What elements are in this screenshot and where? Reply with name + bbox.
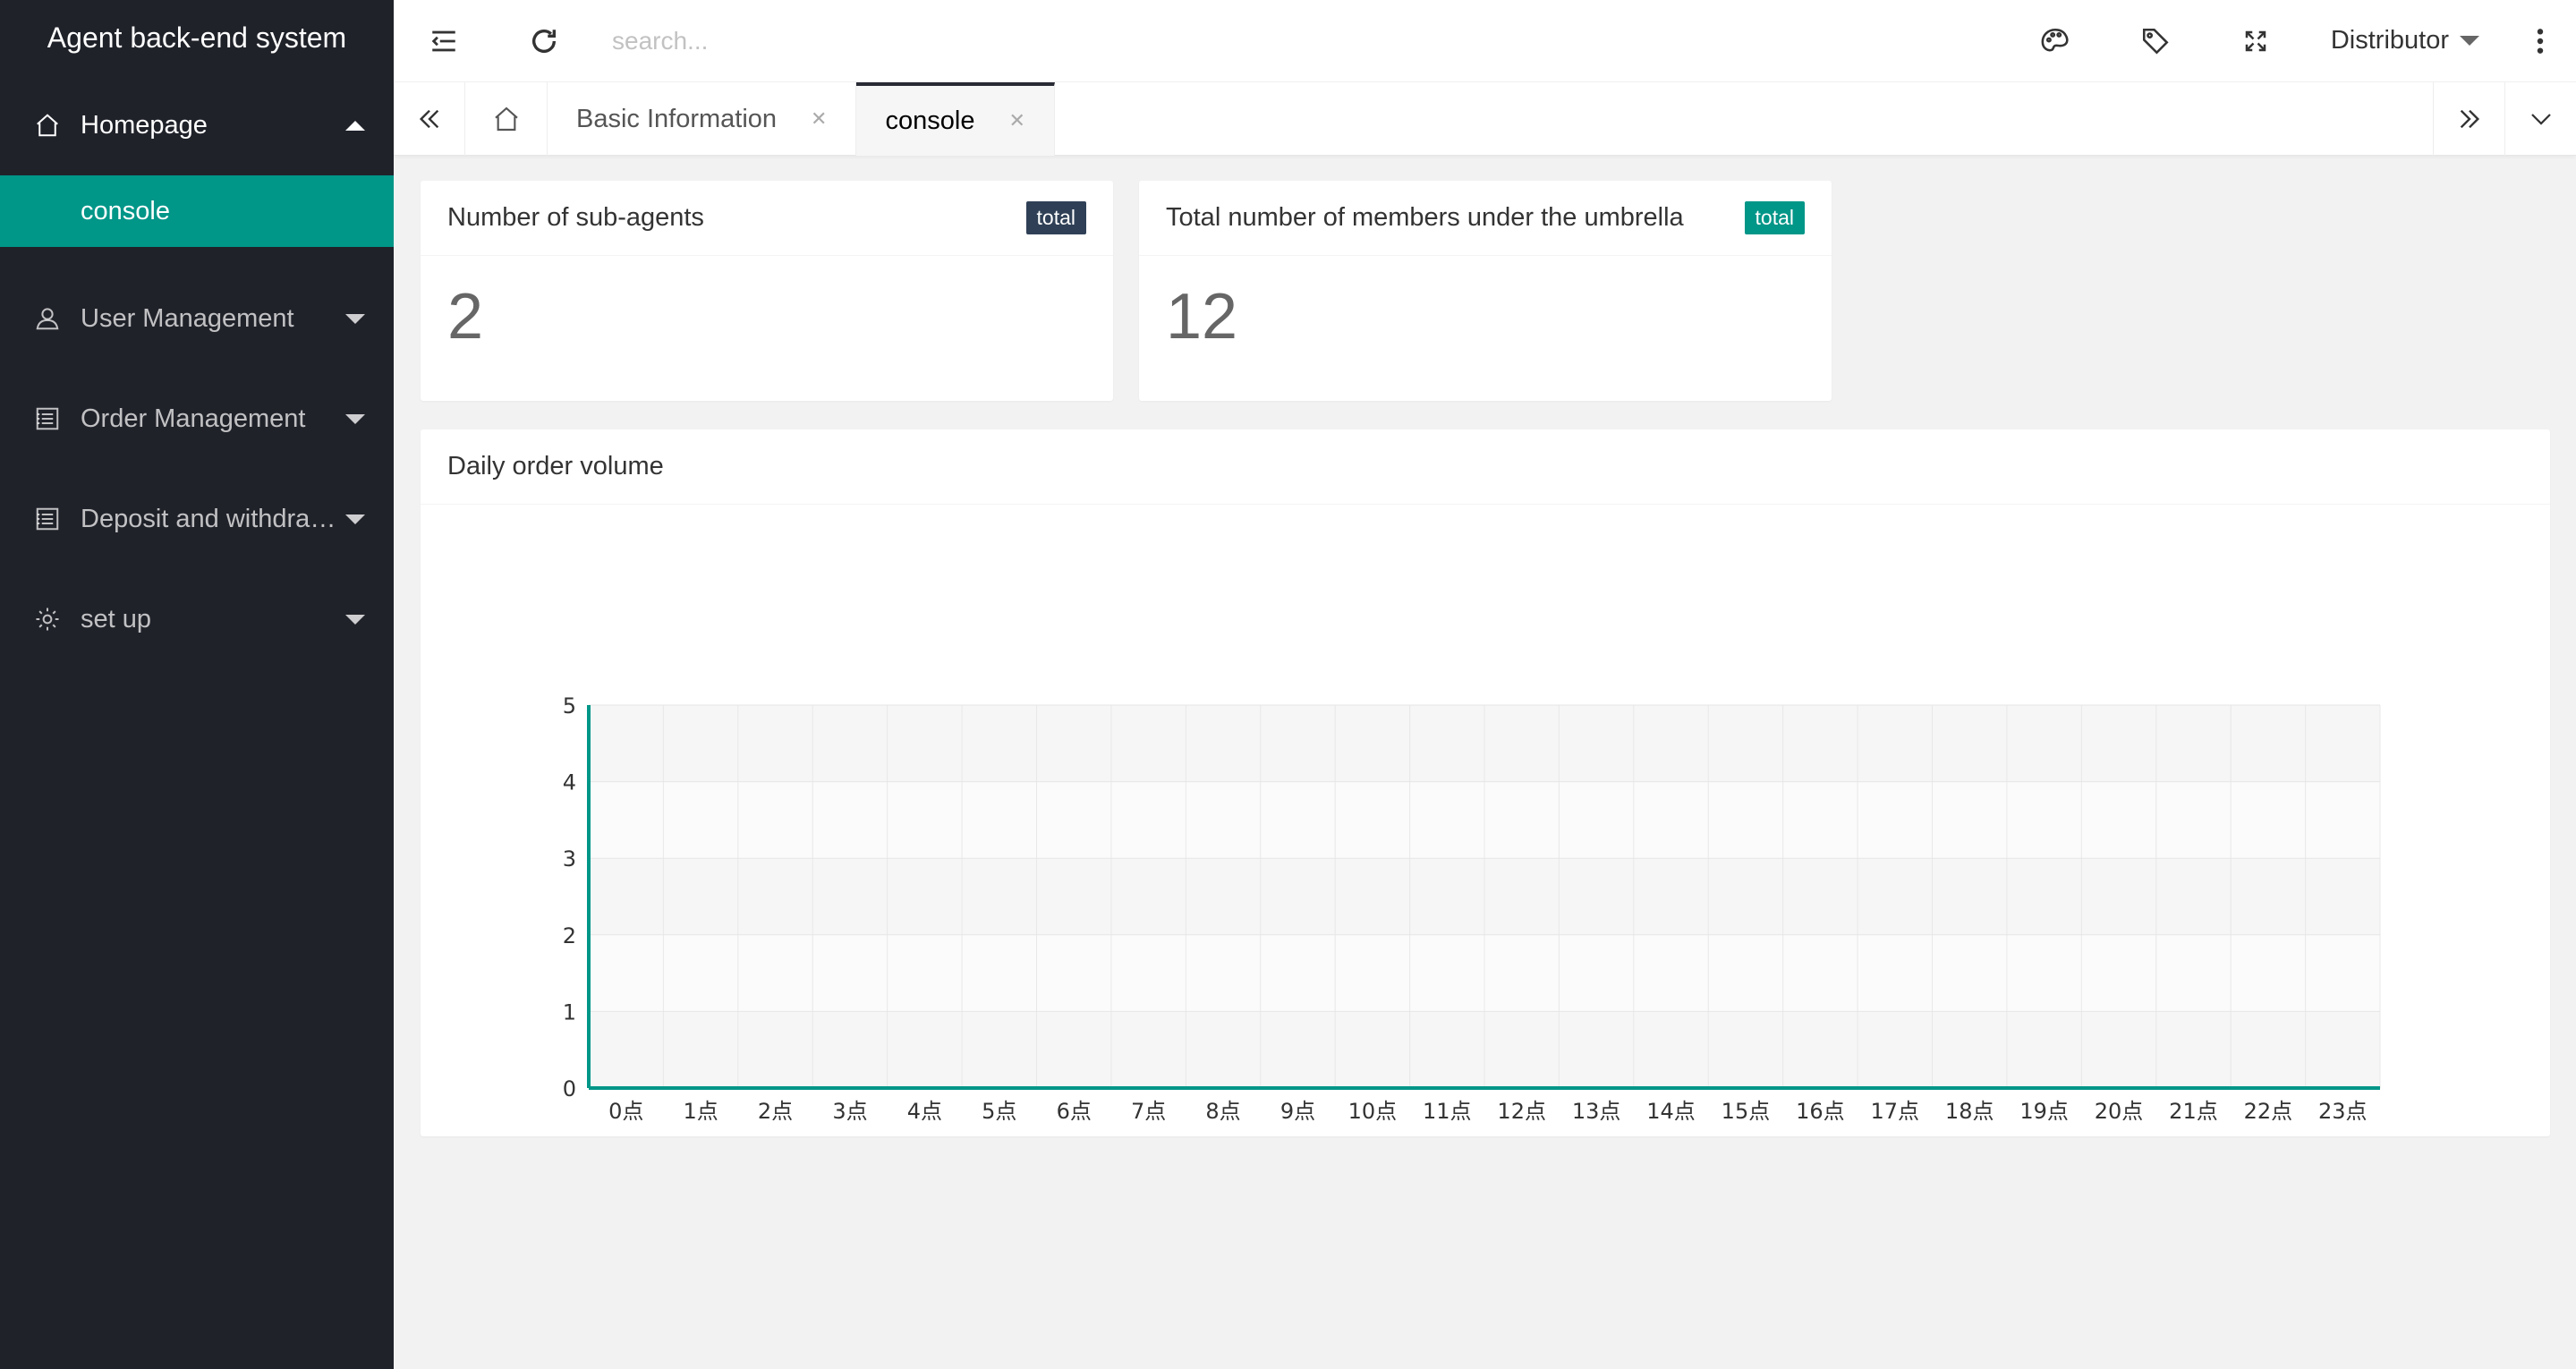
y-tick-label: 5 bbox=[563, 693, 576, 719]
tag-button[interactable] bbox=[2105, 0, 2206, 82]
close-icon[interactable]: ✕ bbox=[811, 107, 827, 131]
card-daily-order-volume: Daily order volume 0 1 2 3 4 5 0点 1点 2点 3点 4点 5点 6点 7… bbox=[421, 429, 2550, 1136]
x-tick-label: 5点 bbox=[982, 1099, 1016, 1124]
top-header: Distributor bbox=[394, 0, 2576, 82]
y-tick-label: 2 bbox=[563, 923, 576, 948]
total-badge: total bbox=[1744, 201, 1805, 234]
card-title: Number of sub-agents bbox=[447, 203, 704, 232]
x-tick-label: 4点 bbox=[907, 1099, 942, 1124]
sub-agents-count: 2 bbox=[447, 281, 484, 353]
chevron-down-icon bbox=[2460, 36, 2479, 46]
x-tick-label: 19点 bbox=[2019, 1099, 2069, 1124]
x-tick-label: 14点 bbox=[1646, 1099, 1696, 1124]
chevron-down-icon bbox=[345, 614, 365, 625]
sidebar-item-label: Order Management bbox=[81, 404, 306, 433]
x-tick-label: 0点 bbox=[608, 1099, 643, 1124]
sidebar-item-label: set up bbox=[81, 604, 151, 633]
more-button[interactable] bbox=[2504, 0, 2576, 82]
x-tick-label: 2点 bbox=[758, 1099, 793, 1124]
close-icon[interactable]: ✕ bbox=[1008, 109, 1024, 132]
sidebar-item-order-management[interactable]: Order Management bbox=[0, 369, 394, 469]
sidebar: Agent back-end system Homepage console U… bbox=[0, 0, 394, 1369]
x-tick-label: 10点 bbox=[1348, 1099, 1398, 1124]
tab-home[interactable] bbox=[465, 82, 548, 156]
sidebar-item-label: User Management bbox=[81, 303, 294, 333]
home-icon bbox=[494, 106, 518, 132]
fullscreen-button[interactable] bbox=[2206, 0, 2306, 82]
sidebar-item-label: Homepage bbox=[81, 110, 208, 140]
x-tick-label: 20点 bbox=[2095, 1099, 2144, 1124]
x-tick-label: 17点 bbox=[1871, 1099, 1920, 1124]
chevron-up-icon bbox=[345, 120, 365, 131]
sidebar-subitem-console[interactable]: console bbox=[0, 175, 394, 247]
app-title: Agent back-end system bbox=[47, 21, 347, 54]
refresh-icon bbox=[531, 29, 557, 53]
x-tick-label: 11点 bbox=[1423, 1099, 1472, 1124]
refresh-button[interactable] bbox=[494, 0, 594, 82]
tabs-menu-button[interactable] bbox=[2504, 82, 2576, 156]
tab-label: console bbox=[885, 106, 975, 135]
x-tick-label: 8点 bbox=[1205, 1099, 1240, 1124]
y-tick-label: 4 bbox=[563, 770, 576, 795]
x-tick-label: 18点 bbox=[1945, 1099, 1994, 1124]
tabs-scroll-left-button[interactable] bbox=[394, 82, 465, 156]
card-sub-agents: Number of sub-agents total 2 bbox=[421, 181, 1113, 401]
x-tick-label: 3点 bbox=[832, 1099, 867, 1124]
tab-console[interactable]: console ✕ bbox=[856, 82, 1055, 156]
y-tick-label: 1 bbox=[563, 999, 576, 1025]
list-icon bbox=[34, 506, 61, 532]
total-badge: total bbox=[1025, 201, 1086, 234]
list-icon bbox=[34, 405, 61, 432]
double-chevron-left-icon bbox=[419, 109, 438, 129]
x-tick-label: 21点 bbox=[2169, 1099, 2218, 1124]
chevron-down-icon bbox=[345, 514, 365, 524]
daily-order-chart: 0 1 2 3 4 5 0点 1点 2点 3点 4点 5点 6点 7点 8点 9点 10点 11点 12点 13点 14… bbox=[563, 693, 2381, 1124]
tab-basic-information[interactable]: Basic Information ✕ bbox=[548, 82, 857, 156]
collapse-menu-button[interactable] bbox=[394, 0, 494, 82]
user-name: Distributor bbox=[2330, 26, 2449, 55]
search-input[interactable] bbox=[612, 13, 1238, 68]
x-tick-label: 9点 bbox=[1280, 1099, 1315, 1124]
chevron-down-icon bbox=[345, 413, 365, 424]
tab-bar: Basic Information ✕ console ✕ bbox=[394, 82, 2576, 156]
card-header: Daily order volume bbox=[421, 429, 2550, 505]
menu-fold-icon bbox=[431, 30, 455, 51]
chevron-down-icon bbox=[2530, 114, 2551, 125]
y-tick-label: 0 bbox=[563, 1076, 576, 1101]
x-tick-label: 15点 bbox=[1722, 1099, 1771, 1124]
tabs-scroll-right-button[interactable] bbox=[2433, 82, 2504, 156]
theme-button[interactable] bbox=[2005, 0, 2105, 82]
y-tick-label: 3 bbox=[563, 846, 576, 872]
home-icon bbox=[34, 112, 61, 139]
x-tick-label: 1点 bbox=[683, 1099, 718, 1124]
chart-title: Daily order volume bbox=[447, 452, 664, 480]
sidebar-item-deposit-withdraw[interactable]: Deposit and withdra… bbox=[0, 469, 394, 569]
sidebar-item-user-management[interactable]: User Management bbox=[0, 268, 394, 369]
sidebar-item-label: Deposit and withdra… bbox=[81, 504, 336, 533]
palette-icon bbox=[2041, 28, 2069, 51]
gear-icon bbox=[34, 606, 61, 633]
fullscreen-icon bbox=[2245, 30, 2266, 51]
tab-label: Basic Information bbox=[576, 104, 778, 133]
x-tick-label: 22点 bbox=[2244, 1099, 2293, 1124]
x-tick-label: 16点 bbox=[1796, 1099, 1845, 1124]
members-count: 12 bbox=[1166, 281, 1238, 353]
sidebar-item-homepage[interactable]: Homepage bbox=[0, 75, 394, 175]
chevron-down-icon bbox=[345, 313, 365, 324]
tag-icon bbox=[2142, 28, 2169, 55]
more-vertical-icon bbox=[2537, 28, 2544, 54]
card-members: Total number of members under the umbrel… bbox=[1139, 181, 1832, 401]
x-tick-label: 6点 bbox=[1057, 1099, 1092, 1124]
sidebar-item-setup[interactable]: set up bbox=[0, 569, 394, 669]
x-tick-label: 7点 bbox=[1131, 1099, 1166, 1124]
user-icon bbox=[34, 305, 61, 332]
double-chevron-right-icon bbox=[2460, 109, 2479, 129]
user-menu[interactable]: Distributor bbox=[2306, 0, 2504, 82]
x-tick-label: 12点 bbox=[1497, 1099, 1546, 1124]
card-header: Total number of members under the umbrel… bbox=[1139, 181, 1832, 256]
x-tick-label: 23点 bbox=[2318, 1099, 2368, 1124]
x-tick-label: 13点 bbox=[1572, 1099, 1621, 1124]
card-header: Number of sub-agents total bbox=[421, 181, 1113, 256]
card-title: Total number of members under the umbrel… bbox=[1166, 203, 1684, 232]
